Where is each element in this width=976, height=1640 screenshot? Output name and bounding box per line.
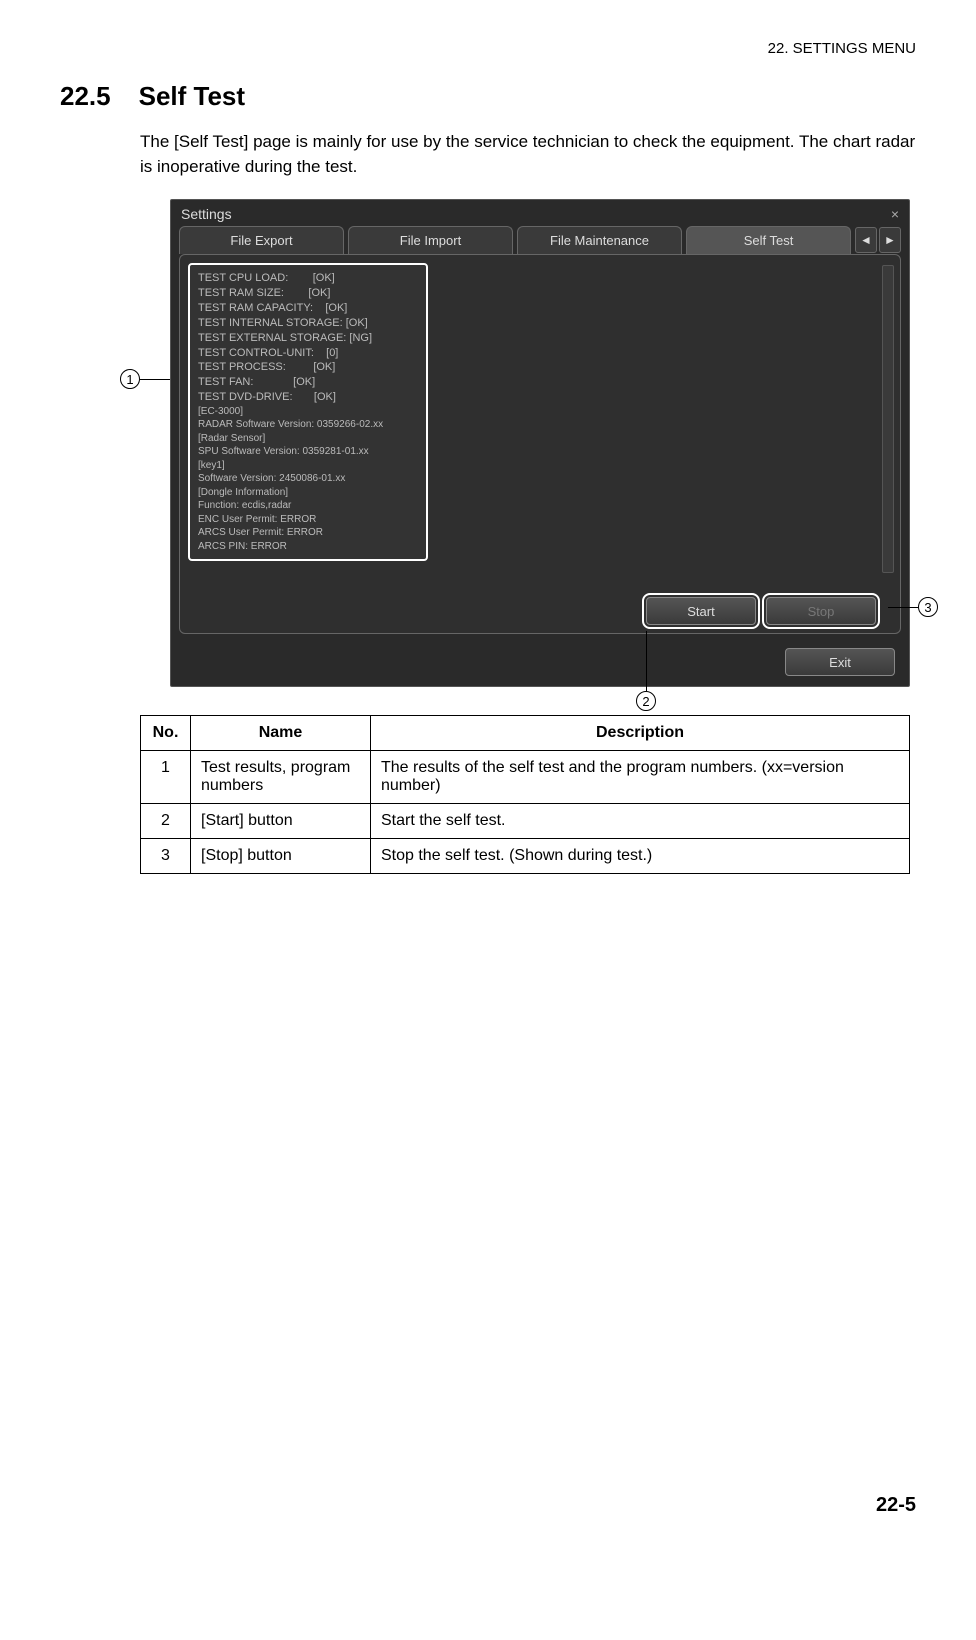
callout-2-number: 2 [636,691,656,711]
scrollbar[interactable] [882,265,894,573]
cell-no: 1 [141,751,191,804]
th-desc: Description [371,716,910,751]
cell-name: [Start] button [191,804,371,839]
table-row: 2 [Start] button Start the self test. [141,804,910,839]
table-row: 3 [Stop] button Stop the self test. (Sho… [141,839,910,874]
cell-name: [Stop] button [191,839,371,874]
cell-no: 2 [141,804,191,839]
result-line: TEST CONTROL-UNIT: [0] [198,346,418,361]
cell-desc: Stop the self test. (Shown during test.) [371,839,910,874]
result-line: TEST CPU LOAD: [OK] [198,271,418,286]
tab-next-icon[interactable]: ► [879,227,901,253]
page-number: 22-5 [60,1494,916,1517]
sw-line: Software Version: 2450086-01.xx [198,472,418,486]
cell-desc: Start the self test. [371,804,910,839]
result-line: TEST FAN: [OK] [198,375,418,390]
sw-line: SPU Software Version: 0359281-01.xx [198,445,418,459]
result-line: TEST RAM SIZE: [OK] [198,286,418,301]
sw-line: [Dongle Information] [198,486,418,500]
content-panel: TEST CPU LOAD: [OK] TEST RAM SIZE: [OK] … [179,254,901,634]
result-line: TEST PROCESS: [OK] [198,360,418,375]
sw-line: RADAR Software Version: 0359266-02.xx [198,418,418,432]
cell-desc: The results of the self test and the pro… [371,751,910,804]
sw-line: ENC User Permit: ERROR [198,513,418,527]
sw-line: [key1] [198,459,418,473]
chapter-header: 22. SETTINGS MENU [60,40,916,57]
th-name: Name [191,716,371,751]
callout-3-number: 3 [918,597,938,617]
exit-button[interactable]: Exit [785,648,895,676]
section-number: 22.5 [60,81,111,112]
figure: 1 Settings × File Export File Import Fil… [140,199,910,687]
sw-line: ARCS User Permit: ERROR [198,526,418,540]
tab-self-test[interactable]: Self Test [686,226,851,254]
tab-bar: File Export File Import File Maintenance… [171,222,909,254]
settings-window: Settings × File Export File Import File … [170,199,910,687]
window-title: Settings [181,206,232,222]
cell-name: Test results, program numbers [191,751,371,804]
table-row: 1 Test results, program numbers The resu… [141,751,910,804]
stop-button[interactable]: Stop [766,597,876,625]
tab-prev-icon[interactable]: ◄ [855,227,877,253]
tab-file-import[interactable]: File Import [348,226,513,254]
results-box: TEST CPU LOAD: [OK] TEST RAM SIZE: [OK] … [188,263,428,561]
callout-1-number: 1 [120,369,140,389]
result-line: TEST RAM CAPACITY: [OK] [198,301,418,316]
result-line: TEST INTERNAL STORAGE: [OK] [198,316,418,331]
cell-no: 3 [141,839,191,874]
section-title: Self Test [139,81,245,111]
sw-line: ARCS PIN: ERROR [198,540,418,554]
tab-file-maintenance[interactable]: File Maintenance [517,226,682,254]
section-heading: 22.5 Self Test [60,81,916,112]
sw-line: Function: ecdis,radar [198,499,418,513]
callout-3: 3 [888,597,938,617]
sw-line: [EC-3000] [198,405,418,419]
callout-2: 2 [636,631,656,711]
th-no: No. [141,716,191,751]
result-line: TEST DVD-DRIVE: [OK] [198,390,418,405]
sw-line: [Radar Sensor] [198,432,418,446]
intro-paragraph: The [Self Test] page is mainly for use b… [140,130,916,179]
start-button[interactable]: Start [646,597,756,625]
tab-file-export[interactable]: File Export [179,226,344,254]
description-table: No. Name Description 1 Test results, pro… [140,715,910,874]
close-icon[interactable]: × [891,206,899,222]
result-line: TEST EXTERNAL STORAGE: [NG] [198,331,418,346]
